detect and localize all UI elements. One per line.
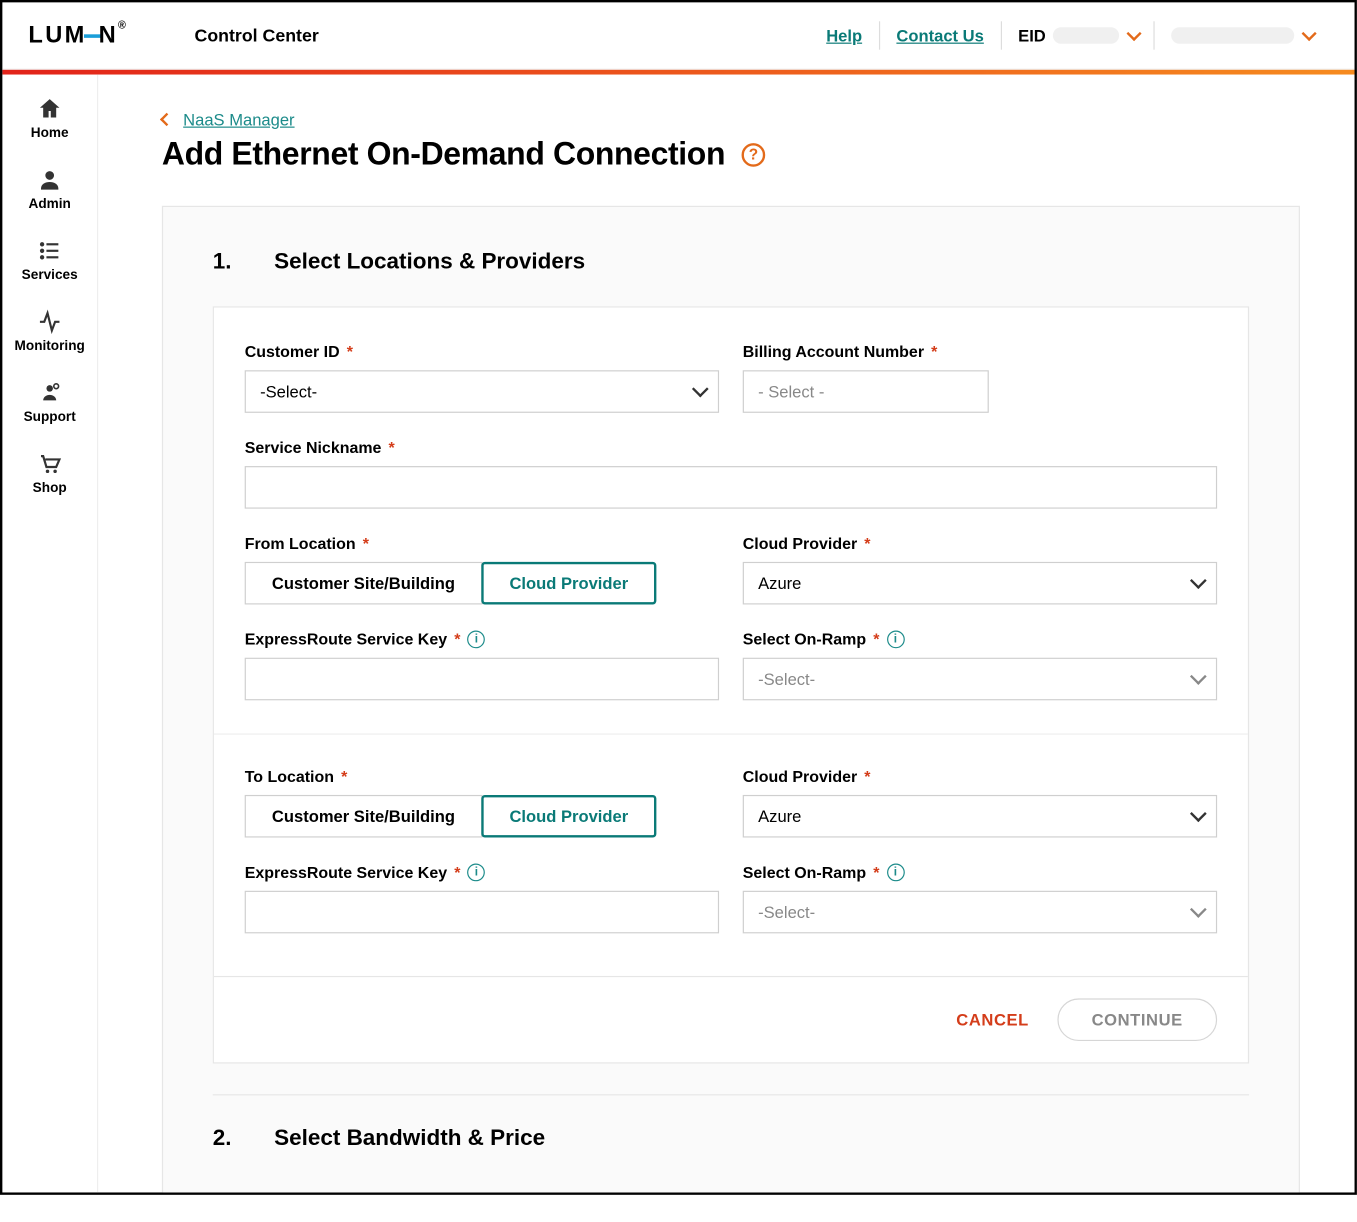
info-icon[interactable]: i — [887, 631, 905, 649]
chevron-down-icon — [1302, 25, 1317, 40]
eid-label: EID — [1018, 21, 1046, 49]
customer-id-label: Customer ID* — [245, 343, 719, 361]
chevron-left-icon — [160, 113, 173, 126]
sidebar-item-support[interactable]: Support — [2, 380, 97, 425]
sidebar-item-services[interactable]: Services — [2, 238, 97, 283]
ban-label: Billing Account Number* — [743, 343, 1217, 361]
gear-person-icon — [37, 380, 63, 406]
ban-select[interactable]: - Select - — [743, 370, 989, 413]
sidebar-item-label: Home — [31, 127, 69, 141]
customer-id-select[interactable]: -Select- — [245, 370, 719, 413]
to-cloud-provider-label: Cloud Provider* — [743, 768, 1217, 786]
sidebar-item-shop[interactable]: Shop — [2, 451, 97, 496]
sidebar-item-label: Monitoring — [15, 340, 85, 354]
continue-button[interactable]: CONTINUE — [1057, 998, 1217, 1041]
step-number: 1. — [213, 250, 232, 276]
step-2-heading: 2. Select Bandwidth & Price — [163, 1095, 1299, 1183]
to-on-ramp-label: Select On-Ramp* i — [743, 864, 1217, 882]
to-on-ramp-select[interactable]: -Select- — [743, 891, 1217, 934]
activity-icon — [37, 309, 63, 335]
sidebar-item-label: Services — [22, 269, 78, 283]
info-icon[interactable]: i — [887, 864, 905, 882]
to-location-toggle: Customer Site/Building Cloud Provider — [245, 795, 719, 838]
chevron-down-icon — [1190, 805, 1207, 822]
step-title: Select Bandwidth & Price — [274, 1126, 545, 1152]
service-nickname-input[interactable] — [245, 466, 1217, 509]
form-footer: CANCEL CONTINUE — [214, 976, 1248, 1062]
sidebar-item-label: Admin — [29, 198, 71, 212]
to-er-key-label: ExpressRoute Service Key* i — [245, 864, 719, 882]
from-location-cloud-provider[interactable]: Cloud Provider — [481, 562, 657, 605]
list-icon — [37, 238, 63, 264]
cancel-button[interactable]: CANCEL — [956, 1010, 1029, 1029]
to-location-customer-site[interactable]: Customer Site/Building — [245, 795, 483, 838]
info-icon[interactable]: i — [468, 864, 486, 882]
app-name: Control Center — [195, 25, 319, 45]
step-number: 2. — [213, 1126, 232, 1152]
from-location-toggle: Customer Site/Building Cloud Provider — [245, 562, 719, 605]
sidebar-item-label: Support — [24, 411, 76, 425]
chevron-down-icon — [1127, 25, 1142, 40]
contact-us-link[interactable]: Contact Us — [880, 21, 1002, 49]
to-er-key-input[interactable] — [245, 891, 719, 934]
help-icon[interactable]: ? — [742, 143, 766, 167]
sidebar-item-label: Shop — [33, 481, 67, 495]
step-title: Select Locations & Providers — [274, 250, 585, 276]
step-1-heading: 1. Select Locations & Providers — [163, 250, 1299, 307]
from-cloud-provider-select[interactable]: Azure — [743, 562, 1217, 605]
chevron-down-icon — [1190, 572, 1207, 589]
chevron-down-icon — [692, 381, 709, 398]
left-sidebar: Home Admin Services Monitoring Support S… — [2, 75, 98, 1193]
brand-logo: LUMN® — [28, 22, 128, 49]
to-location-label: To Location* — [245, 768, 719, 786]
eid-value — [1053, 27, 1119, 44]
from-on-ramp-select[interactable]: -Select- — [743, 658, 1217, 701]
to-cloud-provider-select[interactable]: Azure — [743, 795, 1217, 838]
account-value — [1171, 27, 1294, 44]
step-1-form: Customer ID* -Select- Billing Account Nu… — [213, 306, 1249, 1063]
from-on-ramp-label: Select On-Ramp* i — [743, 631, 1217, 649]
section-divider — [214, 733, 1248, 734]
sidebar-item-monitoring[interactable]: Monitoring — [2, 309, 97, 354]
info-icon[interactable]: i — [468, 631, 486, 649]
chevron-down-icon — [1190, 668, 1207, 685]
from-er-key-input[interactable] — [245, 658, 719, 701]
from-er-key-label: ExpressRoute Service Key* i — [245, 631, 719, 649]
from-cloud-provider-label: Cloud Provider* — [743, 535, 1217, 553]
breadcrumb: NaaS Manager — [162, 110, 1300, 129]
cart-icon — [37, 451, 63, 477]
eid-dropdown[interactable]: EID — [1002, 21, 1155, 49]
sidebar-item-home[interactable]: Home — [2, 96, 97, 141]
to-location-cloud-provider[interactable]: Cloud Provider — [481, 795, 657, 838]
page-title: Add Ethernet On-Demand Connection — [162, 136, 725, 173]
from-location-label: From Location* — [245, 535, 719, 553]
service-nickname-label: Service Nickname* — [245, 439, 1217, 457]
chevron-down-icon — [1190, 901, 1207, 918]
main-content: NaaS Manager Add Ethernet On-Demand Conn… — [98, 75, 1354, 1193]
app-header: LUMN® Control Center Help Contact Us EID — [2, 2, 1354, 69]
help-link[interactable]: Help — [810, 21, 880, 49]
account-dropdown[interactable] — [1155, 27, 1329, 44]
breadcrumb-back-link[interactable]: NaaS Manager — [183, 110, 294, 129]
sidebar-item-admin[interactable]: Admin — [2, 167, 97, 212]
wizard-panel: 1. Select Locations & Providers Customer… — [162, 206, 1300, 1193]
user-icon — [37, 167, 63, 193]
from-location-customer-site[interactable]: Customer Site/Building — [245, 562, 483, 605]
home-icon — [37, 96, 63, 122]
